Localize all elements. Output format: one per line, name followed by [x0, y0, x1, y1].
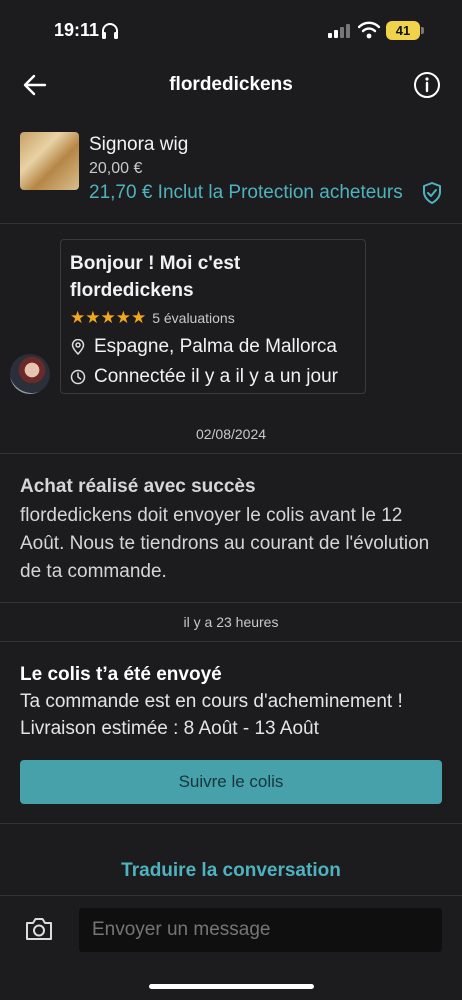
divider [0, 641, 462, 642]
date-separator: 02/08/2024 [195, 426, 267, 442]
shipping-status-line: Ta commande est en cours d'acheminement … [20, 691, 403, 712]
battery-tip [421, 27, 424, 34]
home-indicator [149, 984, 314, 989]
message-input[interactable] [79, 908, 442, 952]
page-title: flordedickens [169, 74, 293, 95]
headphones-icon [102, 23, 118, 39]
status-bar: 19:11 41 [0, 0, 462, 62]
purchase-status-message: Achat réalisé avec succès flordedickens … [20, 476, 445, 586]
translate-conversation-link[interactable]: Traduire la conversation [0, 860, 462, 882]
avatar[interactable] [10, 354, 50, 394]
wifi-icon [358, 21, 380, 39]
purchase-status-title: Achat réalisé avec succès [20, 476, 256, 497]
product-price: 20,00 € [89, 160, 143, 177]
last-seen-text: Connectée il y a il y a un jour [94, 366, 338, 387]
divider [0, 602, 462, 603]
location-pin-icon [71, 339, 85, 355]
seller-greeting: Bonjour ! Moi c'est flordedickens [70, 253, 241, 301]
seller-last-seen: Connectée il y a il y a un jour [70, 366, 356, 388]
seller-intro-card: Bonjour ! Moi c'est flordedickens ★★★★★ … [60, 239, 366, 394]
divider [0, 823, 462, 824]
conversation-header: flordedickens [0, 62, 462, 108]
purchase-status-body: flordedickens doit envoyer le colis avan… [20, 505, 430, 582]
shipping-status-message: Le colis t’a été envoyé Ta commande est … [20, 664, 445, 742]
location-text: Espagne, Palma de Mallorca [94, 336, 337, 357]
info-icon[interactable] [413, 71, 441, 99]
track-parcel-button[interactable]: Suivre le colis [20, 760, 442, 804]
seller-location: Espagne, Palma de Mallorca [70, 336, 356, 358]
product-summary[interactable]: Signora wig 20,00 € 21,70 € Inclut la Pr… [0, 124, 462, 224]
shipping-status-title: Le colis t’a été envoyé [20, 664, 222, 685]
review-count: 5 évaluations [152, 310, 235, 326]
rating-stars: ★★★★★ [70, 308, 147, 327]
seller-rating[interactable]: ★★★★★ 5 évaluations [70, 308, 356, 328]
divider [0, 453, 462, 454]
signal-icon [328, 24, 350, 38]
clock-icon [70, 369, 86, 385]
shield-check-icon[interactable] [422, 182, 442, 204]
camera-icon[interactable] [24, 916, 54, 942]
product-title: Signora wig [89, 134, 189, 155]
battery-indicator: 41 [386, 21, 420, 40]
product-thumbnail[interactable] [20, 132, 79, 190]
status-time: 19:11 [54, 20, 100, 40]
estimated-delivery: Livraison estimée : 8 Août - 13 Août [20, 718, 319, 739]
buyer-protection-price: 21,70 € Inclut la Protection acheteurs [89, 182, 403, 203]
time-separator: il y a 23 heures [183, 614, 279, 630]
